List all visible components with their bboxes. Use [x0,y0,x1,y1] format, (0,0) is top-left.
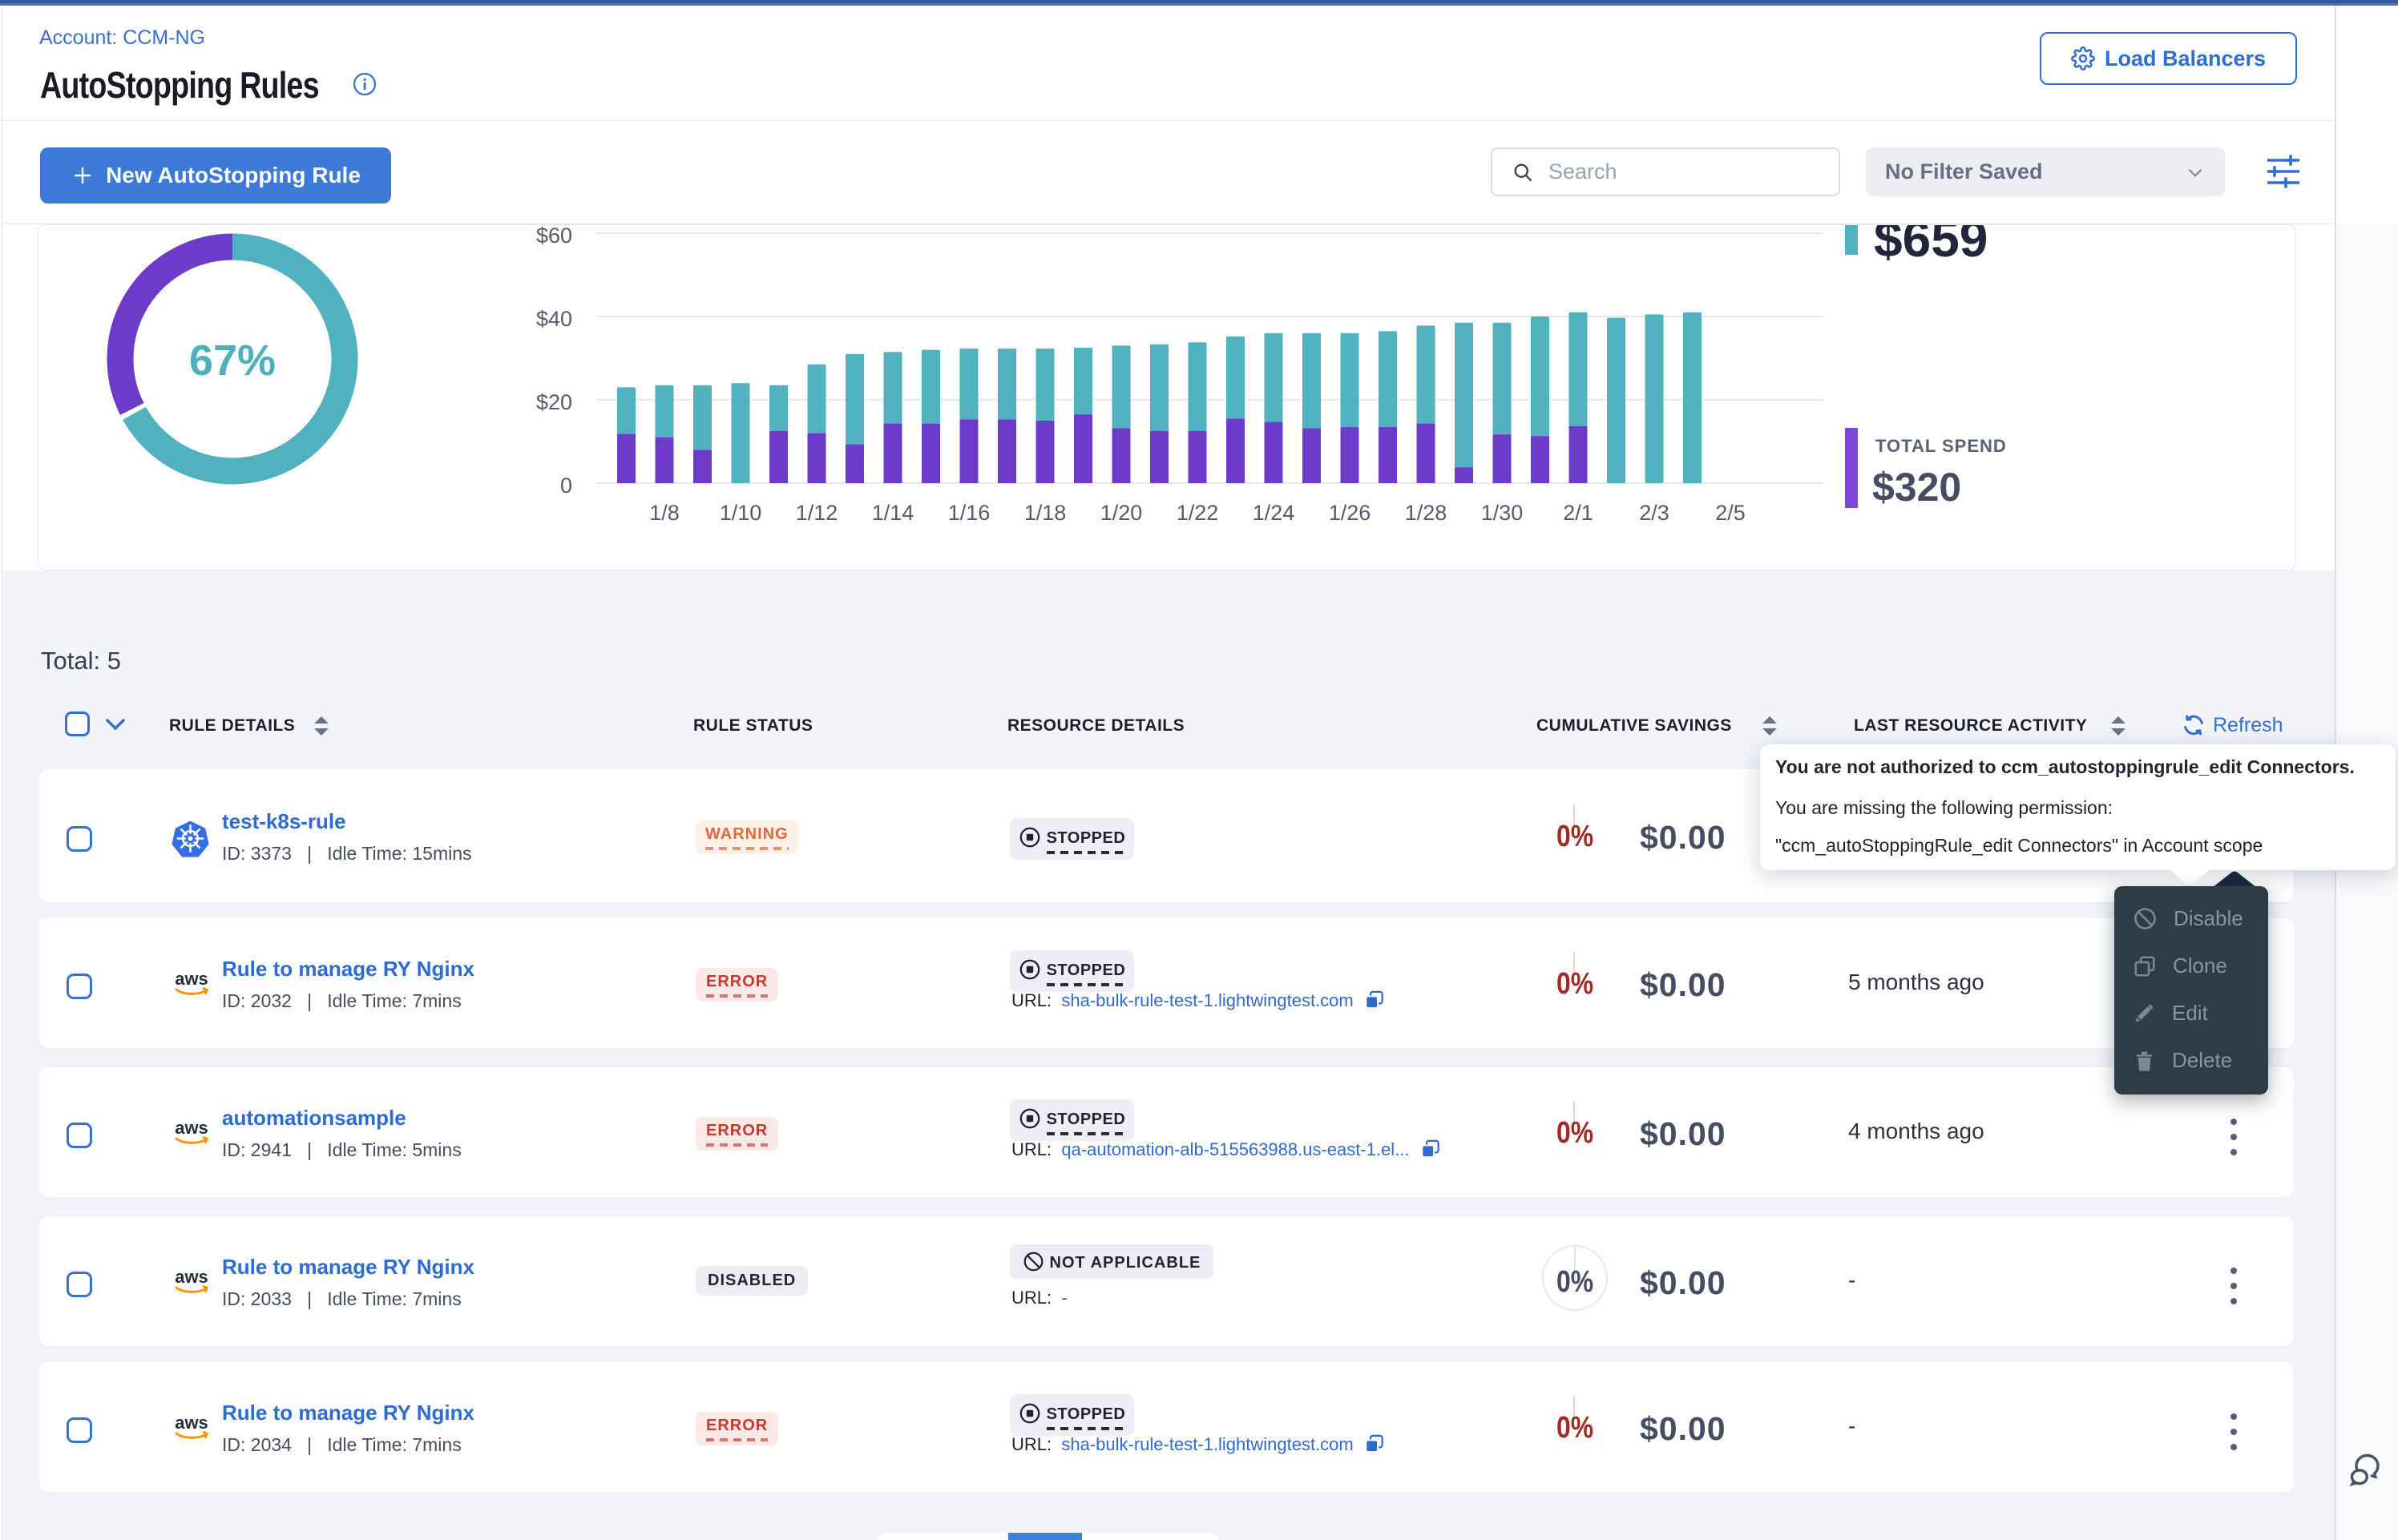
svg-text:1/24: 1/24 [1253,501,1295,525]
svg-text:$320: $320 [1872,465,1961,510]
svg-text:2/5: 2/5 [1715,501,1746,525]
svg-text:TOTAL SPEND: TOTAL SPEND [1875,436,2007,456]
svg-text:aws: aws [175,969,208,989]
svg-text:1/20: 1/20 [1100,501,1143,525]
svg-text:1/12: 1/12 [796,501,838,525]
svg-text:1/22: 1/22 [1177,501,1219,525]
svg-text:aws: aws [175,1118,208,1138]
svg-text:1/16: 1/16 [948,501,991,525]
svg-text:2/3: 2/3 [1639,501,1669,525]
svg-text:$659: $659 [1874,225,1988,268]
svg-text:1/18: 1/18 [1024,501,1067,525]
svg-text:$20: $20 [536,390,572,414]
svg-text:aws: aws [175,1267,208,1287]
svg-text:0: 0 [560,474,572,498]
svg-text:2/1: 2/1 [1563,501,1593,525]
svg-text:1/8: 1/8 [649,501,680,525]
svg-text:1/14: 1/14 [872,501,914,525]
svg-text:1/30: 1/30 [1481,501,1524,525]
svg-text:aws: aws [175,1413,208,1433]
svg-text:1/26: 1/26 [1329,501,1371,525]
svg-text:$40: $40 [536,307,572,331]
svg-text:67%: 67% [189,337,276,385]
svg-text:1/28: 1/28 [1405,501,1447,525]
svg-text:1/10: 1/10 [720,501,762,525]
svg-text:$60: $60 [536,225,572,248]
